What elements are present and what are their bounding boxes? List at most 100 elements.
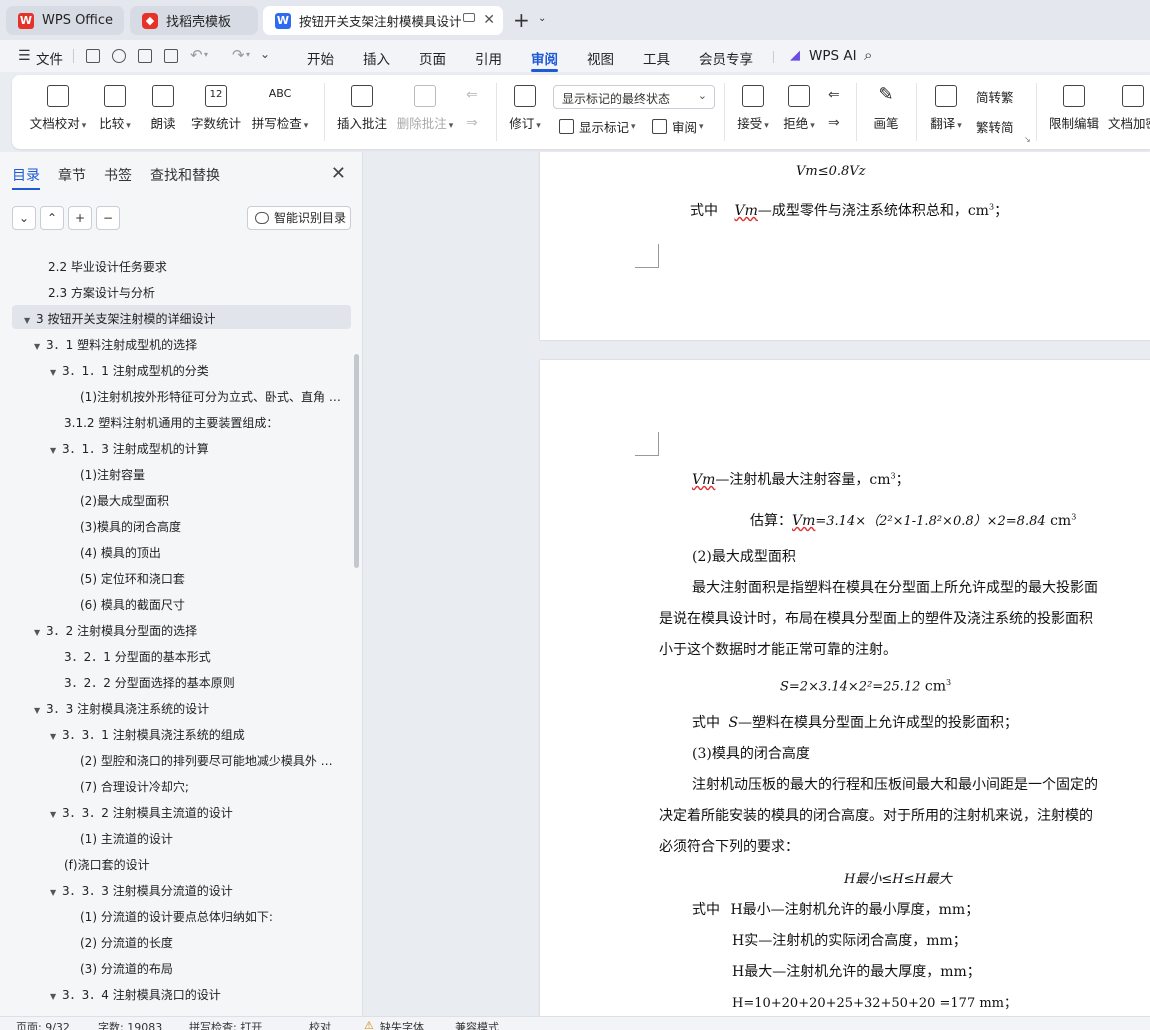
previous-comment-icon[interactable]: ⇐ [466, 87, 478, 103]
expand-triangle-icon[interactable]: ▼ [34, 628, 46, 637]
toc-item[interactable]: ▼ 3．3．2 注射模具主流道的设计 [50, 804, 345, 821]
toc-item[interactable]: ▼ 3．3．4 注射模具浇口的设计 [50, 986, 345, 1003]
toc-item[interactable]: ▼ 3．1．3 注射成型机的计算 [50, 440, 345, 457]
expand-triangle-icon[interactable]: ▼ [50, 732, 62, 741]
tab-bookmarks[interactable]: 书签 [104, 165, 132, 185]
quick-access-chevron-icon[interactable]: ⌄ [260, 47, 270, 61]
menu-review[interactable]: 审阅 [531, 48, 558, 68]
toc-item[interactable]: (3) 分流道的布局 [80, 960, 345, 977]
menu-page[interactable]: 页面 [419, 48, 446, 68]
toc-item[interactable]: (1) 主流道的设计 [80, 830, 345, 847]
toc-item[interactable]: (5) 定位环和浇口套 [80, 570, 345, 587]
print-icon[interactable] [138, 49, 152, 63]
window-mode-icon[interactable] [463, 13, 475, 22]
undo-dropdown-icon[interactable]: ▾ [204, 50, 208, 59]
markup-mode-select[interactable]: 显示标记的最终状态 ⌄ [553, 85, 715, 109]
toc-item[interactable]: 2.2 毕业设计任务要求 [48, 258, 345, 275]
document-canvas[interactable]: Vm≤0.8Vz 式中 Vm—成型零件与浇注系统体积总和，cm3； Vm—注射机… [364, 152, 1150, 1016]
menu-view[interactable]: 视图 [587, 48, 614, 68]
expand-all-button[interactable]: ⌄ [12, 206, 36, 230]
toc-item[interactable]: 3．2．1 分型面的基本形式 [64, 648, 345, 665]
missing-font-status[interactable]: 缺失字体 [380, 1019, 424, 1030]
compare-button[interactable]: 比较 ▾ [96, 85, 134, 132]
close-tab-icon[interactable]: ✕ [483, 12, 495, 28]
add-heading-button[interactable]: + [68, 206, 92, 230]
tab-find-replace[interactable]: 查找和替换 [150, 165, 220, 185]
tab-toc[interactable]: 目录 [12, 165, 40, 185]
doc-check-button[interactable]: 文档校对 ▾ [28, 85, 88, 132]
expand-triangle-icon[interactable]: ▼ [50, 888, 62, 897]
share-icon[interactable] [112, 49, 126, 63]
delete-comment-button[interactable]: 删除批注 ▾ [395, 85, 455, 132]
tab-list-chevron-icon[interactable]: ⌄ [538, 13, 546, 24]
toc-item[interactable]: ▼ 3．1 塑料注射成型机的选择 [34, 336, 345, 353]
toc-item[interactable]: (7) 合理设计冷却穴; [80, 778, 345, 795]
dialog-launcher-icon[interactable]: ↘ [1024, 135, 1031, 144]
spell-check-button[interactable]: ABC 拼写检查 ▾ [250, 85, 310, 132]
hamburger-icon[interactable]: ☰ [18, 48, 31, 64]
expand-triangle-icon[interactable]: ▼ [34, 706, 46, 715]
translate-button[interactable]: 翻译 ▾ [926, 85, 966, 132]
pane-scrollbar[interactable] [354, 354, 359, 568]
toc-item[interactable]: ▼ 3．3．3 注射模具分流道的设计 [50, 882, 345, 899]
remove-heading-button[interactable]: − [96, 206, 120, 230]
pen-button[interactable]: ✎ 画笔 [870, 85, 902, 132]
toc-item[interactable]: (1)注射机按外形特征可分为立式、卧式、直角 … [80, 388, 345, 405]
restrict-edit-button[interactable]: 限制编辑 [1048, 85, 1100, 132]
tab-wps-office[interactable]: W WPS Office [6, 6, 124, 35]
word-count-button[interactable]: 12 字数统计 [190, 85, 242, 132]
expand-triangle-icon[interactable]: ▼ [24, 316, 36, 325]
next-comment-icon[interactable]: ⇒ [466, 115, 478, 131]
smart-toc-button[interactable]: 智能识别目录 [247, 206, 351, 230]
to-traditional-button[interactable]: 简转繁 [976, 87, 1014, 106]
search-icon[interactable]: ⌕ [864, 46, 872, 64]
toc-item[interactable]: (1)注射容量 [80, 466, 345, 483]
toc-item[interactable]: ▼ 3．3．1 注射模具浇注系统的组成 [50, 726, 345, 743]
tab-current-document[interactable]: W 按钮开关支架注射模模具设计 ✕ [263, 6, 503, 35]
to-simplified-button[interactable]: 繁转简 [976, 117, 1014, 136]
undo-icon[interactable]: ↶ [190, 46, 203, 64]
show-markup-button[interactable]: 显示标记 ▾ [559, 117, 636, 136]
doc-encrypt-button[interactable]: 文档加密 [1108, 85, 1150, 132]
toc-item[interactable]: ▼ 3．1．1 注射成型机的分类 [50, 362, 345, 379]
previous-change-icon[interactable]: ⇐ [828, 87, 840, 103]
review-pane-button[interactable]: 审阅 ▾ [652, 117, 704, 136]
toc-item[interactable]: ▼ 3．3 注射模具浇注系统的设计 [34, 700, 345, 717]
toc-item[interactable]: (3)模具的闭合高度 [80, 518, 345, 535]
read-aloud-button[interactable]: 朗读 [148, 85, 178, 132]
menu-wps-ai[interactable]: WPS AI [809, 48, 857, 64]
expand-triangle-icon[interactable]: ▼ [34, 342, 46, 351]
spell-check-status[interactable]: 拼写检查: 打开 [189, 1019, 262, 1030]
toc-item[interactable]: (2)最大成型面积 [80, 492, 345, 509]
toc-item[interactable]: ▼ 3 按钮开关支架注射模的详细设计 [24, 310, 345, 327]
proof-status[interactable]: 校对 [309, 1019, 331, 1030]
toc-item[interactable]: (4) 模具的顶出 [80, 544, 345, 561]
expand-triangle-icon[interactable]: ▼ [50, 992, 62, 1001]
expand-triangle-icon[interactable]: ▼ [50, 368, 62, 377]
insert-comment-button[interactable]: 插入批注 [334, 85, 390, 132]
toc-item[interactable]: (6) 模具的截面尺寸 [80, 596, 345, 613]
expand-triangle-icon[interactable]: ▼ [50, 446, 62, 455]
menu-home[interactable]: 开始 [307, 48, 334, 68]
word-count-status[interactable]: 字数: 19083 [98, 1019, 162, 1030]
track-changes-button[interactable]: 修订 ▾ [504, 85, 546, 132]
menu-tools[interactable]: 工具 [643, 48, 670, 68]
tab-docer-templates[interactable]: ◆ 找稻壳模板 [130, 6, 258, 35]
next-change-icon[interactable]: ⇒ [828, 115, 840, 131]
tab-chapters[interactable]: 章节 [58, 165, 86, 185]
menu-references[interactable]: 引用 [475, 48, 502, 68]
accept-button[interactable]: 接受 ▾ [734, 85, 772, 132]
toc-item[interactable]: (2) 分流道的长度 [80, 934, 345, 951]
toc-item[interactable]: ▼ 3．2 注射模具分型面的选择 [34, 622, 345, 639]
toc-item[interactable]: 3.1.2 塑料注射机通用的主要装置组成： [64, 414, 345, 431]
collapse-all-button[interactable]: ⌃ [40, 206, 64, 230]
menu-insert[interactable]: 插入 [363, 48, 390, 68]
new-tab-plus-icon[interactable]: + [513, 8, 530, 32]
toc-item[interactable]: (2) 型腔和浇口的排列要尽可能地减少模具外 … [80, 752, 345, 769]
toc-item[interactable]: (1) 分流道的设计要点总体归纳如下: [80, 908, 345, 925]
menu-file[interactable]: 文件 [36, 48, 63, 68]
toc-item[interactable]: 2.3 方案设计与分析 [48, 284, 345, 301]
toc-item[interactable]: (f)浇口套的设计 [64, 856, 345, 873]
close-pane-icon[interactable]: ✕ [331, 163, 346, 184]
reject-button[interactable]: 拒绝 ▾ [780, 85, 818, 132]
